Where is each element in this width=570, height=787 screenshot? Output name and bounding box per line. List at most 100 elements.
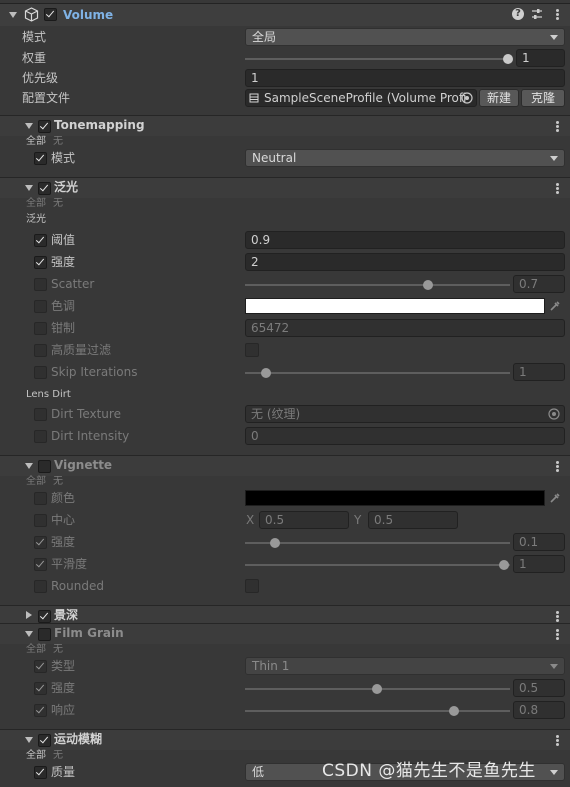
none-toggle[interactable]: 无 bbox=[53, 134, 63, 150]
priority-field[interactable]: 1 bbox=[245, 69, 565, 87]
kebab-menu-icon[interactable] bbox=[556, 461, 559, 473]
clone-profile-button[interactable]: 克隆 bbox=[521, 89, 565, 107]
override-checkbox[interactable] bbox=[34, 536, 47, 549]
override-checkbox[interactable] bbox=[34, 558, 47, 571]
weight-field[interactable]: 1 bbox=[516, 49, 565, 67]
threshold-field[interactable]: 0.9 bbox=[245, 231, 565, 249]
tonemapping-mode-dropdown[interactable]: Neutral bbox=[245, 149, 565, 167]
override-checkbox[interactable] bbox=[34, 278, 47, 291]
preset-sliders-icon[interactable] bbox=[531, 8, 543, 20]
clamp-field[interactable]: 65472 bbox=[245, 319, 565, 337]
vignette-intensity-slider-handle[interactable] bbox=[270, 538, 280, 548]
override-checkbox[interactable] bbox=[34, 366, 47, 379]
weight-slider-track[interactable] bbox=[245, 58, 510, 60]
weight-slider-handle[interactable] bbox=[503, 54, 513, 64]
volume-enabled-checkbox[interactable] bbox=[44, 8, 57, 21]
override-checkbox[interactable] bbox=[34, 492, 47, 505]
grain-response-slider-track[interactable] bbox=[245, 710, 510, 712]
all-toggle[interactable]: 全部 bbox=[26, 642, 46, 658]
dirt-texture-field[interactable]: 无 (纹理) bbox=[245, 405, 565, 423]
override-checkbox[interactable] bbox=[34, 344, 47, 357]
profile-object-field[interactable]: SampleSceneProfile (Volume Profi bbox=[245, 89, 477, 107]
grain-response-slider-handle[interactable] bbox=[449, 706, 459, 716]
foldout-arrow-icon[interactable] bbox=[25, 463, 33, 469]
help-icon[interactable]: ? bbox=[512, 8, 524, 20]
all-toggle[interactable]: 全部 bbox=[26, 196, 46, 212]
smoothness-slider-handle[interactable] bbox=[499, 560, 509, 570]
override-checkbox[interactable] bbox=[34, 660, 47, 673]
high-quality-filtering-toggle[interactable] bbox=[245, 343, 259, 357]
all-toggle[interactable]: 全部 bbox=[26, 474, 46, 490]
vignette-header[interactable]: Vignette bbox=[0, 455, 570, 476]
motion-blur-header[interactable]: 运动模糊 bbox=[0, 729, 570, 750]
kebab-menu-icon[interactable] bbox=[556, 121, 559, 133]
grain-intensity-slider-handle[interactable] bbox=[372, 684, 382, 694]
override-checkbox[interactable] bbox=[34, 256, 47, 269]
skip-iterations-field[interactable]: 1 bbox=[513, 363, 565, 381]
skip-iterations-slider-handle[interactable] bbox=[261, 368, 271, 378]
vignette-intensity-slider-track[interactable] bbox=[245, 542, 510, 544]
tint-color-swatch[interactable] bbox=[245, 298, 545, 314]
rounded-toggle[interactable] bbox=[245, 579, 259, 593]
override-checkbox[interactable] bbox=[34, 300, 47, 313]
grain-response-field[interactable]: 0.8 bbox=[513, 701, 565, 719]
eyedropper-icon[interactable] bbox=[549, 492, 561, 504]
all-toggle[interactable]: 全部 bbox=[26, 134, 46, 150]
grain-type-dropdown[interactable]: Thin 1 bbox=[245, 657, 565, 675]
kebab-menu-icon[interactable] bbox=[556, 9, 559, 21]
dirt-intensity-field[interactable]: 0 bbox=[245, 427, 565, 445]
override-checkbox[interactable] bbox=[34, 704, 47, 717]
kebab-menu-icon[interactable] bbox=[556, 183, 559, 195]
override-checkbox[interactable] bbox=[34, 430, 47, 443]
scatter-slider-track[interactable] bbox=[245, 284, 510, 286]
override-checkbox[interactable] bbox=[34, 514, 47, 527]
vignette-enabled-checkbox[interactable] bbox=[38, 460, 51, 473]
bloom-intensity-field[interactable]: 2 bbox=[245, 253, 565, 271]
foldout-arrow-icon[interactable] bbox=[25, 631, 33, 637]
dof-enabled-checkbox[interactable] bbox=[38, 610, 51, 623]
eyedropper-icon[interactable] bbox=[549, 300, 561, 312]
film-grain-enabled-checkbox[interactable] bbox=[38, 628, 51, 641]
motion-blur-enabled-checkbox[interactable] bbox=[38, 734, 51, 747]
vignette-intensity-field[interactable]: 0.1 bbox=[513, 533, 565, 551]
center-x-field[interactable]: 0.5 bbox=[259, 511, 349, 529]
smoothness-slider-track[interactable] bbox=[245, 564, 510, 566]
none-toggle[interactable]: 无 bbox=[53, 474, 63, 490]
override-checkbox[interactable] bbox=[34, 152, 47, 165]
override-checkbox[interactable] bbox=[34, 322, 47, 335]
foldout-arrow-icon[interactable] bbox=[26, 611, 32, 619]
override-checkbox[interactable] bbox=[34, 580, 47, 593]
none-toggle[interactable]: 无 bbox=[53, 196, 63, 212]
foldout-arrow-icon[interactable] bbox=[25, 123, 33, 129]
override-checkbox[interactable] bbox=[34, 408, 47, 421]
object-picker-icon[interactable] bbox=[461, 92, 473, 104]
tonemapping-enabled-checkbox[interactable] bbox=[38, 120, 51, 133]
scatter-slider-handle[interactable] bbox=[423, 280, 433, 290]
override-checkbox[interactable] bbox=[34, 766, 47, 779]
scatter-field[interactable]: 0.7 bbox=[513, 275, 565, 293]
film-grain-header[interactable]: Film Grain bbox=[0, 623, 570, 644]
foldout-arrow-icon[interactable] bbox=[25, 185, 33, 191]
foldout-arrow-icon[interactable] bbox=[25, 737, 33, 743]
kebab-menu-icon[interactable] bbox=[556, 629, 559, 641]
none-toggle[interactable]: 无 bbox=[53, 748, 63, 764]
smoothness-field[interactable]: 1 bbox=[513, 555, 565, 573]
all-toggle[interactable]: 全部 bbox=[26, 748, 46, 764]
vignette-color-swatch[interactable] bbox=[245, 490, 545, 506]
skip-iterations-slider-track[interactable] bbox=[245, 372, 510, 374]
override-checkbox[interactable] bbox=[34, 234, 47, 247]
new-profile-button[interactable]: 新建 bbox=[479, 89, 519, 107]
kebab-menu-icon[interactable] bbox=[556, 611, 559, 623]
bloom-enabled-checkbox[interactable] bbox=[38, 182, 51, 195]
grain-intensity-field[interactable]: 0.5 bbox=[513, 679, 565, 697]
bloom-header[interactable]: 泛光 bbox=[0, 177, 570, 198]
kebab-menu-icon[interactable] bbox=[556, 735, 559, 747]
none-toggle[interactable]: 无 bbox=[53, 642, 63, 658]
foldout-arrow-icon[interactable] bbox=[9, 12, 17, 18]
tonemapping-header[interactable]: Tonemapping bbox=[0, 115, 570, 136]
center-y-field[interactable]: 0.5 bbox=[368, 511, 458, 529]
override-checkbox[interactable] bbox=[34, 682, 47, 695]
mode-dropdown[interactable]: 全局 bbox=[245, 28, 565, 46]
object-picker-icon[interactable] bbox=[548, 408, 560, 420]
volume-component-header[interactable]: Volume ? bbox=[0, 3, 570, 26]
